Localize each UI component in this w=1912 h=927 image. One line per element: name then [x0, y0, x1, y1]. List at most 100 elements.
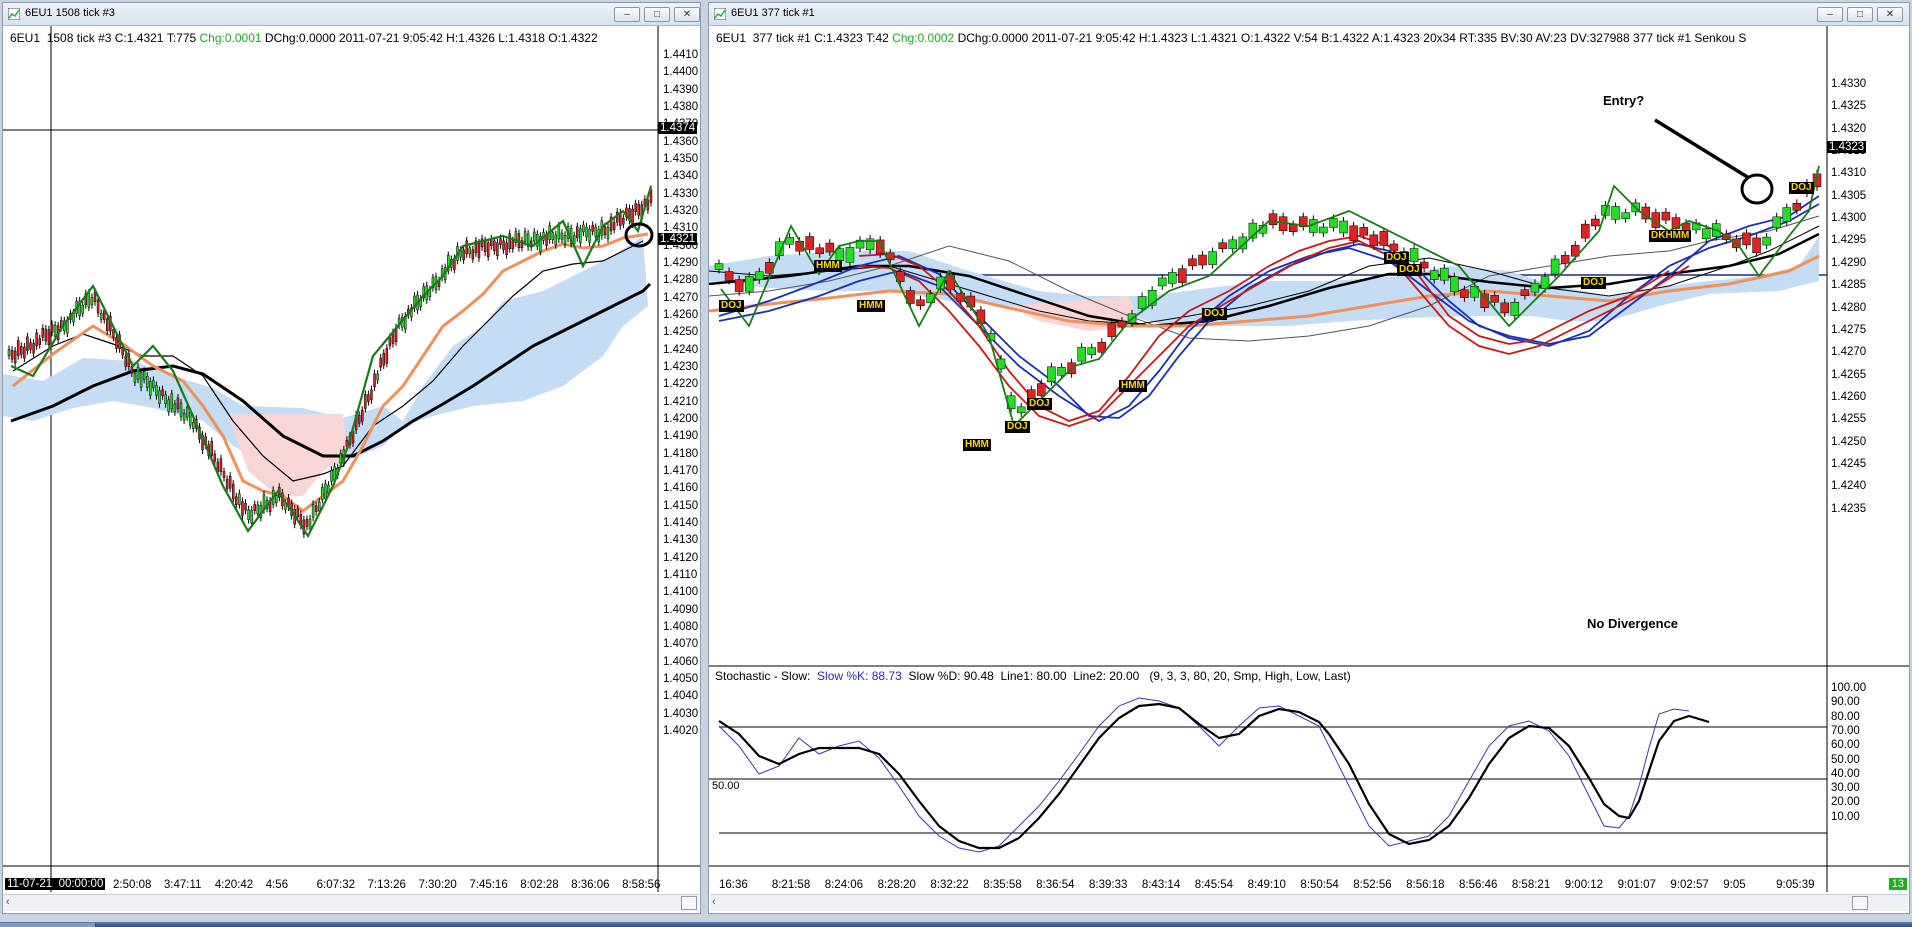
axis-label: 1.4300: [1831, 212, 1867, 225]
candle: [173, 403, 177, 413]
axis-label: 1.4320: [663, 204, 699, 217]
red-ma: [858, 235, 1670, 422]
scroll-box[interactable]: [1852, 896, 1868, 910]
right-title-bar[interactable]: 6EU1 377 tick #1 – □ ✕: [709, 3, 1909, 26]
candle: [373, 373, 376, 388]
time-label: 8:24:06: [824, 879, 864, 891]
axis-label: 1.4285: [1831, 279, 1867, 292]
candle: [1621, 212, 1630, 219]
scroll-left-arrow[interactable]: ‹: [6, 896, 10, 908]
candle: [471, 249, 475, 260]
scroll-box[interactable]: [681, 896, 697, 910]
close-button[interactable]: ✕: [1877, 7, 1903, 22]
candle: [755, 271, 764, 280]
stoch-k-line: [718, 697, 1690, 853]
axis-label: 1.4305: [1831, 189, 1867, 202]
candle: [1550, 258, 1560, 275]
left-price-chart[interactable]: [3, 26, 700, 894]
candle: [357, 414, 361, 424]
time-label: 4:20:42: [214, 879, 254, 891]
taskbar-button[interactable]: [0, 923, 96, 927]
axis-label: 80.00: [1831, 710, 1860, 723]
candle: [7, 349, 11, 356]
axis-label: 1.4255: [1831, 413, 1867, 426]
time-label: 2:50:08: [113, 879, 152, 891]
candle: [247, 509, 250, 520]
maximize-button[interactable]: □: [1847, 7, 1873, 22]
candle: [13, 350, 17, 364]
candle: [1389, 243, 1399, 252]
candle: [594, 227, 597, 237]
candle: [496, 242, 499, 257]
close-button[interactable]: ✕: [674, 7, 700, 22]
chart-app-icon: [8, 8, 20, 20]
candle: [1440, 267, 1449, 281]
candle: [508, 233, 511, 249]
pattern-label: DOJ: [1005, 421, 1030, 433]
candle: [115, 337, 118, 349]
time-label: 8:36:06: [571, 879, 610, 891]
candle: [238, 493, 241, 505]
candle: [219, 458, 223, 473]
time-label: 6:07:32: [316, 879, 355, 891]
candle: [1198, 254, 1207, 266]
left-scrollbar[interactable]: ‹: [4, 894, 699, 911]
chart-app-icon: [714, 8, 726, 20]
candle: [1359, 227, 1368, 236]
candle: [835, 248, 845, 261]
candle: [486, 242, 490, 258]
candle: [179, 402, 183, 418]
candle: [1047, 366, 1056, 383]
scroll-badge: 13: [1888, 878, 1907, 890]
right-last-price: 1.4323: [1827, 141, 1867, 153]
scroll-left-arrow[interactable]: ‹: [712, 896, 716, 908]
axis-label: 1.4240: [663, 343, 699, 356]
pattern-label: HMM: [814, 260, 842, 272]
time-label: 8:02:28: [520, 879, 559, 891]
candle: [133, 372, 137, 383]
time-label: 9:05:39: [1776, 879, 1815, 891]
axis-label: 1.4280: [1831, 301, 1867, 314]
time-label: 8:35:58: [983, 879, 1022, 891]
candle: [167, 399, 170, 413]
time-label: 8:32:22: [930, 879, 969, 891]
candle: [1369, 234, 1379, 247]
axis-label: 1.4070: [663, 638, 699, 651]
candle: [622, 218, 625, 225]
pattern-label: DOJ: [719, 300, 744, 312]
time-label: 9:00:12: [1564, 879, 1604, 891]
candle: [511, 240, 515, 249]
axis-label: 60.00: [1831, 739, 1860, 752]
time-label: 7:13:26: [367, 879, 406, 891]
candle: [1530, 282, 1540, 293]
minimize-button[interactable]: –: [614, 7, 640, 22]
candle: [637, 203, 640, 216]
candle: [576, 226, 579, 238]
candle: [1500, 302, 1509, 314]
axis-label: 1.4260: [663, 308, 699, 321]
candle: [388, 337, 392, 346]
candle: [99, 313, 103, 320]
candle: [533, 231, 536, 242]
axis-label: 1.4080: [663, 620, 699, 633]
candle: [1107, 323, 1117, 337]
axis-label: 20.00: [1831, 796, 1860, 809]
candle: [815, 247, 824, 255]
maximize-button[interactable]: □: [644, 7, 670, 22]
left-title-bar[interactable]: 6EU1 1508 tick #3 – □ ✕: [3, 3, 700, 26]
right-price-chart[interactable]: [709, 26, 1909, 894]
candle: [376, 373, 379, 381]
time-label: 9:02:57: [1670, 879, 1709, 891]
axis-label: 1.4230: [663, 360, 699, 373]
candle: [41, 328, 45, 338]
time-label: 8:52:56: [1353, 879, 1392, 891]
minimize-button[interactable]: –: [1817, 7, 1843, 22]
axis-label: 1.4030: [663, 707, 699, 720]
candle: [483, 240, 487, 253]
right-scrollbar[interactable]: ‹: [710, 894, 1908, 911]
axis-label: 1.4150: [663, 499, 699, 512]
left-last-price: 1.4321: [658, 233, 698, 245]
candle: [465, 240, 468, 255]
pattern-label: DKHMM: [1649, 230, 1692, 242]
candle: [1037, 383, 1046, 396]
